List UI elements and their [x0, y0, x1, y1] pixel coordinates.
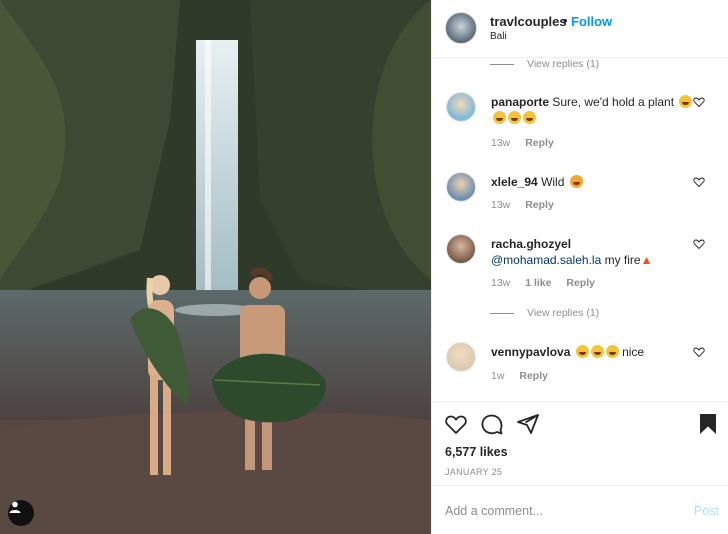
comment-likes[interactable]: 1 like — [525, 277, 551, 289]
post-sidebar: travlcouples • Follow Bali View replies … — [431, 0, 728, 534]
heart-icon[interactable] — [693, 238, 705, 250]
comment-message: my fire — [604, 253, 641, 267]
comment-meta: 13w Reply — [491, 137, 566, 149]
post-date[interactable]: JANUARY 25 — [445, 467, 502, 477]
comment-time[interactable]: 13w — [491, 137, 510, 149]
view-replies-label: View replies (1) — [527, 307, 600, 319]
replies-divider-line — [490, 63, 514, 65]
separator-dot: • — [563, 13, 568, 28]
post-actions: 6,577 likes JANUARY 25 — [432, 401, 728, 485]
user-tag-icon[interactable] — [8, 500, 34, 526]
avatar[interactable] — [446, 342, 476, 372]
avatar[interactable] — [446, 234, 476, 264]
comment-meta: 13w 1 like Reply — [491, 277, 607, 289]
comment-username[interactable]: racha.ghozyel — [491, 237, 571, 251]
grin-sweat-emoji-icon — [493, 111, 506, 124]
comment-message: Sure, we'd hold a plant — [552, 95, 675, 109]
reply-button[interactable]: Reply — [525, 199, 554, 211]
heart-icon[interactable] — [693, 346, 705, 358]
fire-emoji-icon: ▲ — [640, 253, 653, 267]
comment-meta: 13w Reply — [491, 199, 566, 211]
avatar[interactable] — [446, 92, 476, 122]
heart-icon[interactable] — [693, 96, 705, 108]
comment-message: nice — [622, 345, 645, 359]
comments-list[interactable]: View replies (1) panaporte Sure, we'd ho… — [432, 58, 728, 401]
cat-emoji-icon — [569, 175, 583, 188]
share-icon[interactable] — [516, 412, 540, 436]
likes-count[interactable]: 6,577 likes — [445, 445, 508, 459]
comment-time[interactable]: 13w — [491, 199, 510, 211]
post-comment-button[interactable]: Post — [694, 504, 719, 518]
joy-emoji-icon — [590, 345, 604, 358]
reply-button[interactable]: Reply — [519, 370, 548, 382]
view-replies-button[interactable]: View replies (1) — [490, 58, 599, 70]
heart-icon[interactable] — [693, 176, 705, 188]
location-link[interactable]: Bali — [490, 31, 507, 42]
comment-meta: 1w Reply — [491, 370, 560, 382]
reply-button[interactable]: Reply — [566, 277, 595, 289]
comment-icon[interactable] — [480, 412, 504, 436]
joy-emoji-icon — [605, 345, 619, 358]
comment-text: xlele_94 Wild — [491, 174, 696, 190]
comment-time[interactable]: 1w — [491, 370, 504, 382]
comment-mention-link[interactable]: @mohamad.saleh.la — [491, 253, 601, 267]
comment-message: Wild — [541, 175, 565, 189]
grin-sweat-emoji-icon — [508, 111, 521, 124]
grin-sweat-emoji-icon — [679, 95, 693, 108]
post-photo[interactable] — [0, 0, 431, 534]
comment-text: vennypavlova nice — [491, 344, 696, 360]
author-username[interactable]: travlcouples — [490, 14, 567, 29]
view-replies-button[interactable]: View replies (1) — [490, 307, 599, 319]
comment-username[interactable]: xlele_94 — [491, 175, 538, 189]
follow-button[interactable]: Follow — [571, 14, 612, 29]
avatar[interactable] — [446, 172, 476, 202]
heart-icon[interactable] — [444, 412, 468, 436]
author-avatar[interactable] — [445, 12, 477, 44]
comment-time[interactable]: 13w — [491, 277, 510, 289]
grin-sweat-emoji-icon — [523, 111, 536, 124]
comment-text: racha.ghozyel @mohamad.saleh.la my fire▲ — [491, 236, 696, 268]
comment-username[interactable]: vennypavlova — [491, 345, 570, 359]
view-replies-label: View replies (1) — [527, 58, 600, 70]
reply-button[interactable]: Reply — [525, 137, 554, 149]
bookmark-icon[interactable] — [696, 412, 720, 436]
post-header: travlcouples • Follow Bali — [432, 0, 728, 58]
comment-text: panaporte Sure, we'd hold a plant — [491, 94, 696, 126]
comment-composer: Post — [432, 485, 728, 534]
replies-divider-line — [490, 312, 514, 314]
comment-username[interactable]: panaporte — [491, 95, 549, 109]
photo-scene — [0, 0, 431, 534]
comment-input[interactable] — [445, 500, 675, 522]
joy-emoji-icon — [575, 345, 589, 358]
